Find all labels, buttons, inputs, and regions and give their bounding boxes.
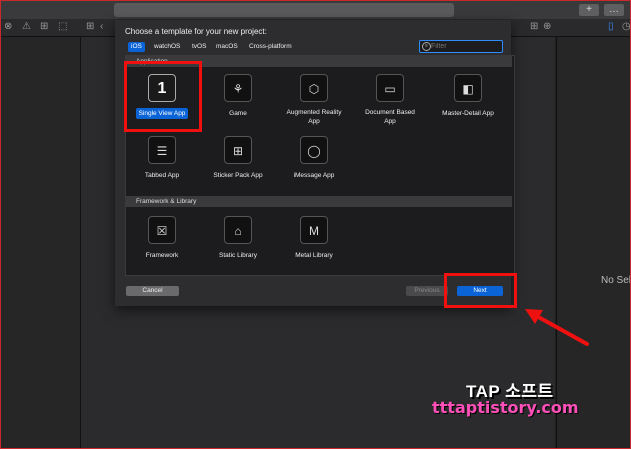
tab-tvos[interactable]: tvOS bbox=[189, 42, 209, 52]
template-label: Augmented Reality App bbox=[286, 109, 342, 125]
template-label: Game bbox=[229, 110, 247, 117]
template-augmented-reality-app[interactable]: ⬡ Augmented Reality App bbox=[276, 74, 352, 128]
ar-cube-icon: ⬡ bbox=[300, 74, 328, 102]
more-button[interactable]: … bbox=[604, 4, 624, 16]
chevron-left-icon[interactable]: ‹ bbox=[100, 21, 103, 32]
template-tabbed-app[interactable]: ☰ Tabbed App bbox=[124, 136, 200, 182]
window-toolbar: + … bbox=[1, 1, 630, 19]
folder-icon: ▭ bbox=[376, 74, 404, 102]
template-label: iMessage App bbox=[293, 172, 335, 179]
game-robot-icon: ⚘ bbox=[224, 74, 252, 102]
speech-bubble-icon: ◯ bbox=[300, 136, 328, 164]
template-sticker-pack-app[interactable]: ⊞ Sticker Pack App bbox=[200, 136, 276, 182]
toolbox-icon: ☒ bbox=[148, 216, 176, 244]
watermark-url: tttaptistory.com bbox=[432, 398, 579, 417]
template-label: Static Library bbox=[219, 252, 257, 259]
template-master-detail-app[interactable]: ◧ Master-Detail App bbox=[426, 74, 510, 120]
tab-watchos[interactable]: watchOS bbox=[151, 42, 183, 52]
section-header-framework-library: Framework & Library bbox=[126, 196, 512, 207]
template-label: Document Based App bbox=[365, 109, 415, 125]
metal-icon: M bbox=[300, 216, 328, 244]
template-document-based-app[interactable]: ▭ Document Based App bbox=[352, 74, 428, 128]
filter-field[interactable]: ≡ bbox=[419, 40, 503, 53]
template-label: Metal Library bbox=[295, 252, 333, 259]
template-label: Sticker Pack App bbox=[213, 172, 263, 179]
navigator-pane bbox=[1, 37, 81, 448]
library-building-icon: ⌂ bbox=[224, 216, 252, 244]
template-label: Framework bbox=[145, 252, 179, 259]
warning-icon[interactable]: ⚠ bbox=[22, 21, 31, 32]
scheme-icon[interactable]: ⬚ bbox=[58, 21, 67, 32]
template-label: Master-Detail App bbox=[442, 110, 494, 117]
history-icon[interactable]: ◷ bbox=[622, 21, 631, 32]
add-button[interactable]: + bbox=[579, 4, 599, 16]
template-imessage-app[interactable]: ◯ iMessage App bbox=[276, 136, 352, 182]
inspector-pane: No Sele bbox=[556, 37, 631, 448]
cancel-button[interactable]: Cancel bbox=[126, 286, 179, 296]
template-game[interactable]: ⚘ Game bbox=[200, 74, 276, 120]
template-static-library[interactable]: ⌂ Static Library bbox=[200, 216, 276, 262]
highlight-box-next bbox=[444, 273, 517, 308]
template-framework[interactable]: ☒ Framework bbox=[124, 216, 200, 262]
grid-icon[interactable]: ⊞ bbox=[86, 21, 94, 32]
template-metal-library[interactable]: M Metal Library bbox=[276, 216, 352, 262]
file-inspector-icon[interactable]: ▯ bbox=[608, 21, 614, 32]
template-label: Tabbed App bbox=[144, 172, 180, 179]
grid-icon[interactable]: ⊞ bbox=[40, 21, 48, 32]
sticker-grid-icon: ⊞ bbox=[224, 136, 252, 164]
sheet-title: Choose a template for your new project: bbox=[125, 27, 267, 36]
activity-viewer bbox=[114, 3, 454, 17]
red-arrow-annotation bbox=[525, 309, 589, 346]
close-icon[interactable]: ⊗ bbox=[4, 21, 12, 32]
previous-button[interactable]: Previous bbox=[406, 286, 448, 296]
filter-icon: ≡ bbox=[422, 42, 431, 51]
editor-grid-icon[interactable]: ⊞ bbox=[530, 21, 538, 32]
highlight-box-single-view bbox=[124, 61, 202, 132]
tab-cross-platform[interactable]: Cross-platform bbox=[246, 42, 295, 52]
tab-macos[interactable]: macOS bbox=[213, 42, 241, 52]
split-view-icon: ◧ bbox=[454, 74, 482, 102]
plus-circle-icon[interactable]: ⊕ bbox=[543, 21, 551, 32]
tab-ios[interactable]: iOS bbox=[128, 42, 145, 52]
tabbed-app-icon: ☰ bbox=[148, 136, 176, 164]
no-selection-label: No Sele bbox=[601, 275, 631, 286]
filter-input[interactable] bbox=[431, 41, 499, 51]
